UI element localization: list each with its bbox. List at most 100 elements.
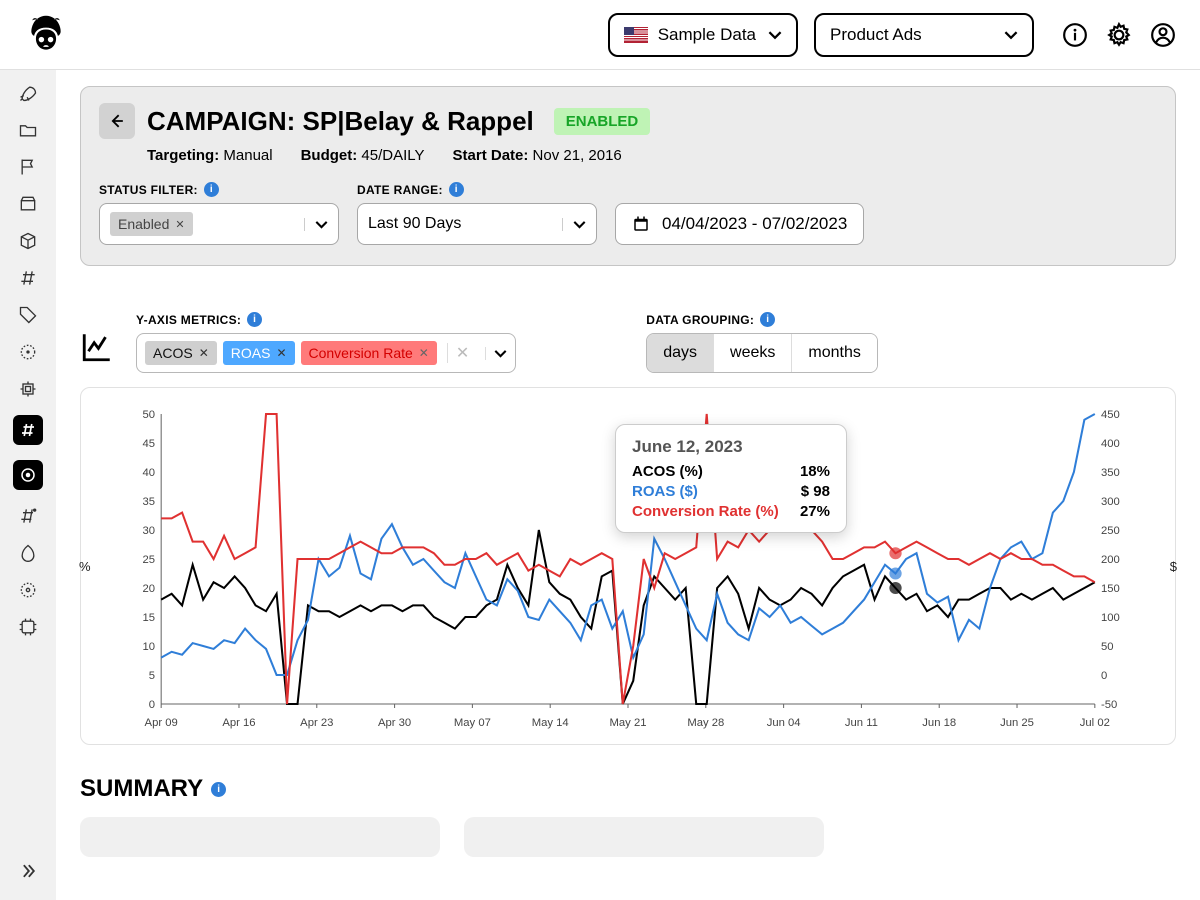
metric-chip-roas[interactable]: ROAS✕	[223, 341, 295, 365]
info-icon[interactable]: i	[204, 182, 219, 197]
svg-text:Apr 16: Apr 16	[222, 717, 255, 729]
svg-text:250: 250	[1101, 525, 1120, 537]
flag-us-icon	[624, 27, 648, 43]
sidebar-tag2-icon[interactable]	[17, 542, 39, 564]
svg-text:Jun 04: Jun 04	[767, 717, 801, 729]
sidebar-folder-icon[interactable]	[17, 119, 39, 141]
metric-chip-conversion[interactable]: Conversion Rate✕	[301, 341, 437, 365]
svg-text:May 07: May 07	[454, 717, 491, 729]
svg-text:50: 50	[1101, 641, 1114, 653]
sidebar-chip2-icon[interactable]	[17, 616, 39, 638]
svg-text:Jun 11: Jun 11	[845, 717, 878, 729]
svg-text:50: 50	[142, 409, 155, 421]
grouping-toggle: days weeks months	[646, 333, 878, 373]
svg-text:Apr 23: Apr 23	[300, 717, 333, 729]
sidebar-target-icon[interactable]	[17, 341, 39, 363]
start-date-label: Start Date:	[453, 147, 529, 164]
info-icon[interactable]: i	[760, 312, 775, 327]
info-icon[interactable]	[1062, 22, 1088, 48]
status-filter-chip[interactable]: Enabled✕	[110, 212, 193, 236]
campaign-title: CAMPAIGN: SP|Belay & Rappel	[147, 106, 534, 137]
summary-card	[464, 817, 824, 857]
svg-text:May 28: May 28	[687, 717, 724, 729]
budget-value: 45/DAILY	[361, 147, 424, 164]
tooltip-conv-label: Conversion Rate (%)	[632, 503, 779, 520]
grouping-days[interactable]: days	[647, 334, 714, 372]
metrics-select[interactable]: ACOS✕ ROAS✕ Conversion Rate✕ ✕	[136, 333, 516, 373]
targeting-label: Targeting:	[147, 147, 219, 164]
svg-text:300: 300	[1101, 496, 1120, 508]
svg-text:15: 15	[142, 612, 155, 624]
tooltip-conv-value: 27%	[800, 503, 830, 520]
chart-card: % $ 05101520253035404550-500501001502002…	[80, 387, 1176, 745]
tooltip-acos-value: 18%	[800, 463, 830, 480]
svg-text:350: 350	[1101, 467, 1120, 479]
user-icon[interactable]	[1150, 22, 1176, 48]
date-range-value: 04/04/2023 - 07/02/2023	[662, 214, 847, 234]
chart-type-icon[interactable]	[80, 330, 116, 366]
logo	[24, 13, 68, 57]
svg-text:30: 30	[142, 525, 155, 537]
daterange-select[interactable]: Last 90 Days	[357, 203, 597, 245]
svg-text:400: 400	[1101, 438, 1120, 450]
info-icon[interactable]: i	[247, 312, 262, 327]
svg-text:5: 5	[149, 670, 155, 682]
sidebar-tag-icon[interactable]	[17, 304, 39, 326]
chevron-down-icon	[1004, 28, 1018, 42]
svg-text:-50: -50	[1101, 699, 1117, 711]
svg-text:40: 40	[142, 467, 155, 479]
data-source-select[interactable]: Sample Data	[608, 13, 798, 57]
content: CAMPAIGN: SP|Belay & Rappel ENABLED Targ…	[56, 70, 1200, 900]
summary-title: SUMMARY	[80, 775, 203, 803]
metric-chip-acos[interactable]: ACOS✕	[145, 341, 217, 365]
sidebar-hash-filled-icon[interactable]	[13, 415, 43, 445]
svg-text:Apr 30: Apr 30	[378, 717, 411, 729]
chart-tooltip: June 12, 2023 ACOS (%)18% ROAS ($)$ 98 C…	[615, 424, 847, 533]
sidebar-box-icon[interactable]	[17, 193, 39, 215]
info-icon[interactable]: i	[449, 182, 464, 197]
targeting-value: Manual	[223, 147, 272, 164]
sidebar-expand-icon[interactable]	[17, 860, 39, 882]
gear-icon[interactable]	[1106, 22, 1132, 48]
sidebar-hash-icon[interactable]	[17, 267, 39, 289]
svg-text:25: 25	[142, 554, 155, 566]
svg-text:May 21: May 21	[610, 717, 647, 729]
svg-text:150: 150	[1101, 583, 1120, 595]
product-select[interactable]: Product Ads	[814, 13, 1034, 57]
svg-text:Jul 02: Jul 02	[1080, 717, 1110, 729]
svg-text:35: 35	[142, 496, 155, 508]
svg-text:10: 10	[142, 641, 155, 653]
info-icon[interactable]: i	[211, 782, 226, 797]
svg-text:May 14: May 14	[532, 717, 569, 729]
chevron-down-icon	[494, 347, 507, 360]
back-button[interactable]	[99, 103, 135, 139]
grouping-months[interactable]: months	[792, 334, 876, 372]
metrics-label: Y-AXIS METRICS:	[136, 313, 241, 327]
left-axis-label: %	[79, 559, 91, 574]
svg-text:200: 200	[1101, 554, 1120, 566]
svg-text:100: 100	[1101, 612, 1120, 624]
tooltip-roas-label: ROAS ($)	[632, 483, 698, 500]
arrow-left-icon	[107, 111, 127, 131]
summary-card	[80, 817, 440, 857]
svg-text:Apr 09: Apr 09	[145, 717, 178, 729]
tooltip-roas-value: $ 98	[801, 483, 830, 500]
sidebar-flag-icon[interactable]	[17, 156, 39, 178]
chevron-down-icon	[573, 218, 586, 231]
right-axis-label: $	[1170, 559, 1177, 574]
sidebar-chip-icon[interactable]	[17, 378, 39, 400]
svg-text:0: 0	[1101, 670, 1107, 682]
svg-text:Jun 25: Jun 25	[1000, 717, 1034, 729]
sidebar-hash-dot-icon[interactable]	[17, 505, 39, 527]
date-picker[interactable]: 04/04/2023 - 07/02/2023	[615, 203, 864, 245]
sidebar-target-filled-icon[interactable]	[13, 460, 43, 490]
status-filter-label: STATUS FILTER:	[99, 183, 198, 197]
sidebar-rocket-icon[interactable]	[17, 82, 39, 104]
metrics-clear-icon[interactable]: ✕	[447, 343, 477, 363]
status-filter-select[interactable]: Enabled✕	[99, 203, 339, 245]
grouping-weeks[interactable]: weeks	[714, 334, 792, 372]
sidebar-cube-icon[interactable]	[17, 230, 39, 252]
sidebar	[0, 70, 56, 900]
tooltip-date: June 12, 2023	[632, 437, 830, 457]
sidebar-target2-icon[interactable]	[17, 579, 39, 601]
